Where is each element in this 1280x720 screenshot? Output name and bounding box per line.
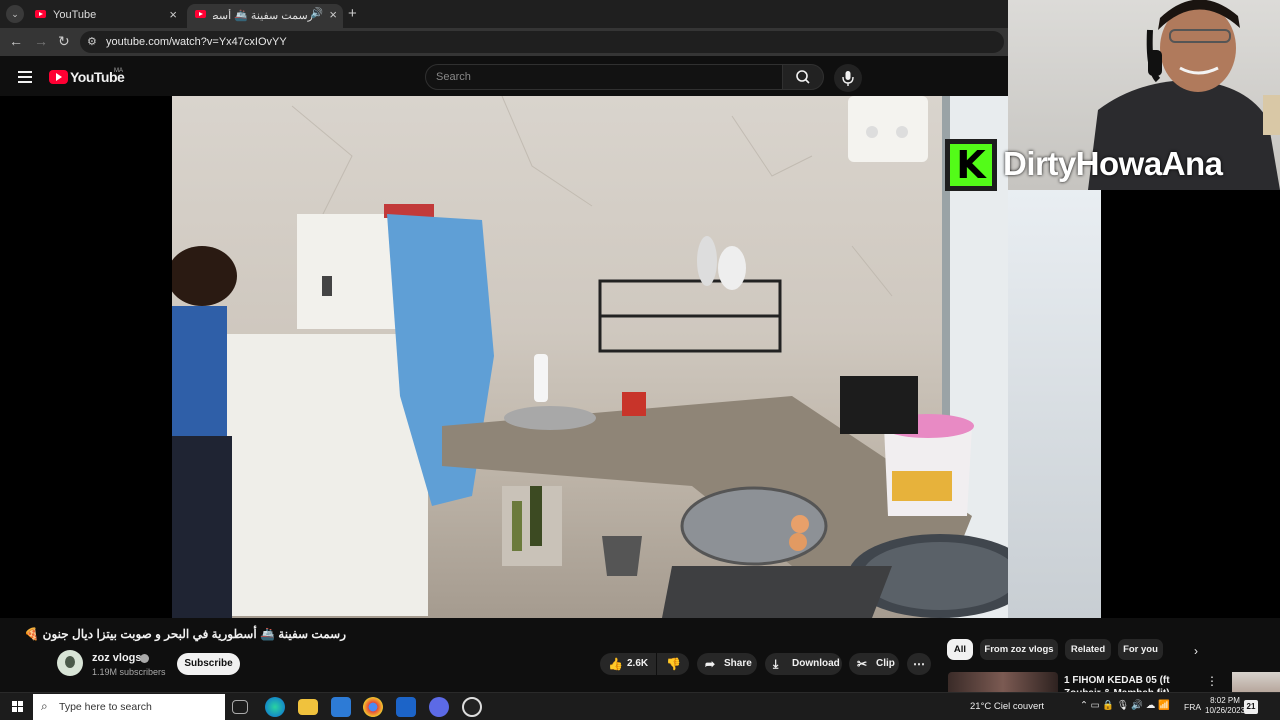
search-input[interactable]: Search bbox=[425, 64, 783, 90]
video-frame-kitchen-scene bbox=[172, 96, 1008, 618]
browser-tab-video[interactable]: رسمت سفينة 🚢 أسطورية ف... 🔊 × bbox=[187, 4, 343, 28]
video-title: رسمت سفينة 🚢 أسطورية في البحر و صوبت بيت… bbox=[24, 627, 346, 641]
dislike-button[interactable]: 👎 bbox=[657, 653, 689, 675]
notification-badge[interactable]: 21 bbox=[1244, 700, 1258, 714]
youtube-header: YouTube MA Search bbox=[0, 58, 1008, 96]
chrome-browser-icon[interactable] bbox=[363, 697, 383, 717]
thumbs-down-icon: 👎 bbox=[666, 657, 681, 671]
share-label: Share bbox=[724, 658, 752, 669]
search-placeholder: Search bbox=[436, 71, 471, 83]
windows-taskbar: ⌕ Type here to search 21°C Ciel couvert … bbox=[0, 692, 1280, 720]
kick-logo-icon: K bbox=[950, 144, 992, 186]
recommended-more-icon[interactable]: ⋮ bbox=[1206, 674, 1218, 688]
like-button[interactable]: 👍 2.6K bbox=[600, 653, 656, 675]
share-arrow-icon: ➦ bbox=[705, 657, 716, 671]
chevron-right-icon[interactable]: › bbox=[1194, 644, 1198, 658]
chip-from-channel[interactable]: From zoz vlogs bbox=[980, 639, 1058, 660]
new-tab-icon[interactable]: + bbox=[348, 5, 357, 22]
clip-label: Clip bbox=[876, 658, 895, 669]
site-info-icon[interactable]: ⚙ bbox=[87, 35, 97, 48]
search-icon: ⌕ bbox=[41, 699, 48, 713]
download-icon: ⤓ bbox=[773, 657, 779, 671]
tab-title: رسمت سفينة 🚢 أسطورية ف... bbox=[213, 10, 313, 22]
store-icon[interactable] bbox=[331, 697, 351, 717]
verified-badge-icon bbox=[140, 654, 149, 663]
discord-icon[interactable] bbox=[429, 697, 449, 717]
download-label: Download bbox=[792, 658, 840, 669]
search-button[interactable] bbox=[782, 64, 824, 90]
youtube-logo-icon[interactable] bbox=[49, 70, 68, 84]
streamer-name: DirtyHowaAna bbox=[1003, 145, 1223, 182]
video-player[interactable] bbox=[0, 96, 1008, 618]
menu-icon[interactable] bbox=[18, 71, 32, 83]
video-frame[interactable] bbox=[172, 96, 1008, 618]
weather-widget[interactable]: 21°C Ciel couvert bbox=[970, 701, 1044, 712]
channel-avatar[interactable] bbox=[57, 650, 83, 676]
audio-playing-icon[interactable]: 🔊 bbox=[311, 8, 323, 19]
obs-studio-icon[interactable] bbox=[462, 697, 482, 717]
more-dots-icon: ⋯ bbox=[913, 657, 925, 671]
tab-search-button[interactable]: ⌄ bbox=[6, 5, 24, 23]
browser-tab-youtube[interactable]: YouTube × bbox=[27, 4, 183, 28]
outlook-icon[interactable] bbox=[396, 697, 416, 717]
windows-start-icon[interactable] bbox=[12, 701, 24, 713]
edge-browser-icon[interactable] bbox=[265, 697, 285, 717]
youtube-favicon-icon bbox=[35, 10, 46, 18]
more-actions-button[interactable]: ⋯ bbox=[907, 653, 931, 675]
reload-icon[interactable]: ↻ bbox=[58, 33, 70, 50]
channel-name[interactable]: zoz vlogs bbox=[92, 652, 142, 664]
chip-for-you[interactable]: For you bbox=[1118, 639, 1163, 660]
file-explorer-icon[interactable] bbox=[298, 699, 318, 715]
clock-time: 8:02 PM bbox=[1210, 696, 1240, 705]
thumbs-up-icon: 👍 bbox=[608, 657, 623, 671]
subscriber-count: 1.19M subscribers bbox=[92, 667, 166, 677]
forward-arrow-icon[interactable]: → bbox=[34, 33, 48, 49]
close-tab-icon[interactable]: × bbox=[329, 7, 337, 22]
country-code: MA bbox=[114, 68, 123, 74]
search-icon bbox=[796, 70, 810, 84]
voice-search-button[interactable] bbox=[834, 64, 862, 92]
recommended-video-title[interactable]: 1 FIHOM KEDAB 05 (ft Zoubair & Mambah fi… bbox=[1064, 674, 1196, 692]
chip-all[interactable]: All bbox=[947, 639, 973, 660]
task-view-icon[interactable] bbox=[232, 700, 248, 714]
microphone-icon bbox=[842, 71, 854, 86]
download-button[interactable]: ⤓ Download bbox=[765, 653, 842, 675]
share-button[interactable]: ➦ Share bbox=[697, 653, 757, 675]
subscribe-button[interactable]: Subscribe bbox=[177, 653, 240, 675]
browser-tab-bar: ⌄ YouTube × رسمت سفينة 🚢 أسطورية ف... 🔊 … bbox=[0, 0, 1008, 28]
clock-date: 10/26/2023 bbox=[1205, 706, 1246, 715]
like-count: 2.6K bbox=[627, 658, 649, 669]
clip-button[interactable]: ✂ Clip bbox=[849, 653, 899, 675]
webcam-overlay bbox=[1008, 0, 1280, 618]
close-tab-icon[interactable]: × bbox=[169, 7, 177, 22]
clock[interactable]: 8:02 PM 10/26/2023 bbox=[1205, 696, 1245, 716]
kick-logo: K bbox=[945, 139, 997, 191]
system-tray-icons[interactable]: ⌃ ▭ 🔒 🎙 🔊 ☁ 📶 bbox=[1080, 700, 1170, 711]
taskbar-search-placeholder: Type here to search bbox=[59, 701, 152, 713]
browser-toolbar: ← → ↻ ⚙ youtube.com/watch?v=Yx47cxIOvYY bbox=[0, 28, 1008, 56]
scissors-icon: ✂ bbox=[857, 657, 868, 671]
url-text[interactable]: youtube.com/watch?v=Yx47cxIOvYY bbox=[106, 36, 287, 48]
back-arrow-icon[interactable]: ← bbox=[9, 33, 23, 49]
language-indicator[interactable]: FRA bbox=[1184, 702, 1201, 712]
taskbar-search-input[interactable]: ⌕ Type here to search bbox=[33, 694, 225, 720]
webcam-window-background bbox=[1008, 190, 1101, 618]
recommended-video-thumbnail[interactable] bbox=[948, 672, 1058, 692]
chip-related[interactable]: Related bbox=[1065, 639, 1111, 660]
tab-title: YouTube bbox=[53, 9, 97, 21]
youtube-favicon-icon bbox=[195, 10, 206, 18]
address-bar[interactable]: ⚙ youtube.com/watch?v=Yx47cxIOvYY bbox=[80, 31, 1004, 53]
